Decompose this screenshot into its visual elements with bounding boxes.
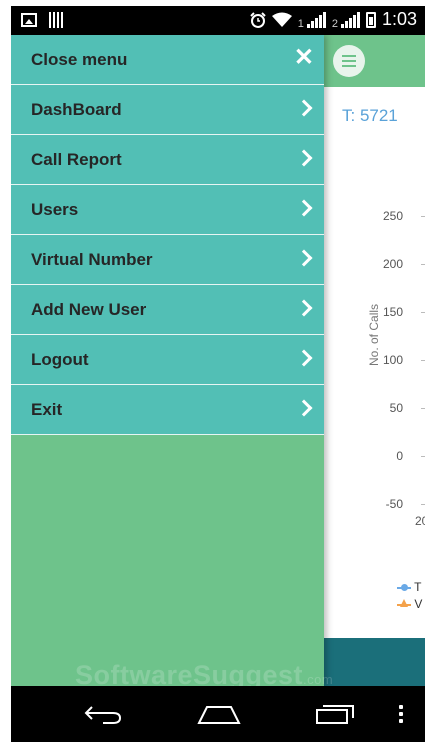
chevron-right-icon <box>295 199 313 217</box>
chevron-right-icon <box>295 149 313 167</box>
battery-icon <box>365 11 376 28</box>
y-tick-label: 100 <box>382 353 403 367</box>
chevron-right-icon <box>295 249 313 267</box>
home-button[interactable] <box>193 686 245 742</box>
sim2-label: 2 <box>331 18 338 30</box>
y-tick-label: 150 <box>382 305 403 319</box>
app-footer-bar <box>324 638 425 686</box>
sim1-label: 1 <box>297 18 304 30</box>
image-icon <box>21 13 37 27</box>
more-vert-icon <box>399 705 403 723</box>
y-tick-label: 250 <box>382 209 403 223</box>
total-calls-label: T: 5721 <box>342 106 398 125</box>
y-tick-mark <box>421 504 425 505</box>
x-tick-label: 20 <box>415 514 425 528</box>
more-options-button[interactable] <box>389 686 413 742</box>
recent-apps-icon <box>316 705 354 724</box>
menu-item-logout[interactable]: Logout <box>11 335 324 385</box>
home-icon <box>197 706 241 724</box>
y-tick-label: -50 <box>385 497 403 511</box>
y-tick-mark <box>421 264 425 265</box>
back-button[interactable] <box>77 686 129 742</box>
legend-label: V <box>414 597 423 611</box>
menu-item-label: Add New User <box>31 299 147 319</box>
legend-marker <box>397 598 411 607</box>
legend-item[interactable]: V <box>397 597 422 611</box>
menu-item-label: Users <box>31 199 79 219</box>
recent-apps-button[interactable] <box>309 686 361 742</box>
close-icon: ✕ <box>293 44 314 71</box>
menu-item-add-new-user[interactable]: Add New User <box>11 285 324 335</box>
y-tick-label: 50 <box>389 401 403 415</box>
system-nav-bar <box>11 686 425 742</box>
y-tick-mark <box>421 360 425 361</box>
menu-item-call-report[interactable]: Call Report <box>11 135 324 185</box>
y-tick-label: 200 <box>382 257 403 271</box>
menu-item-exit[interactable]: Exit <box>11 385 324 435</box>
menu-item-label: Logout <box>31 349 89 369</box>
close-menu-button[interactable]: Close menu ✕ <box>11 35 324 85</box>
y-tick-label: 0 <box>396 449 403 463</box>
wifi-icon <box>271 12 292 27</box>
menu-item-label: DashBoard <box>31 99 122 119</box>
legend-marker <box>397 583 411 591</box>
alarm-clock-icon <box>249 11 266 28</box>
y-tick-mark <box>421 408 425 409</box>
legend-label: T <box>414 580 422 594</box>
legend-item[interactable]: T <box>397 580 421 594</box>
signal-icon <box>306 11 326 28</box>
hamburger-menu-icon[interactable] <box>333 45 365 77</box>
chevron-right-icon <box>295 399 313 417</box>
signal-icon <box>340 11 360 28</box>
navigation-drawer: Close menu ✕ DashBoard Call Report Users… <box>11 35 324 686</box>
y-tick-mark <box>421 312 425 313</box>
menu-item-users[interactable]: Users <box>11 185 324 235</box>
back-icon <box>84 706 122 724</box>
menu-item-virtual-number[interactable]: Virtual Number <box>11 235 324 285</box>
chevron-right-icon <box>295 349 313 367</box>
menu-item-label: Virtual Number <box>31 249 153 269</box>
y-tick-mark <box>421 456 425 457</box>
y-tick-mark <box>421 216 425 217</box>
chevron-right-icon <box>295 299 313 317</box>
menu-item-label: Exit <box>31 399 63 419</box>
phone-screen: 1 2 1:03 T: 5721 No. of Calls 250 200 15… <box>11 6 425 742</box>
menu-item-dashboard[interactable]: DashBoard <box>11 85 324 135</box>
chevron-right-icon <box>295 99 313 117</box>
menu-item-label: Close menu <box>31 49 128 69</box>
status-time: 1:03 <box>381 9 417 29</box>
barcode-icon <box>49 12 63 28</box>
menu-item-label: Call Report <box>31 149 122 169</box>
status-bar: 1 2 1:03 <box>11 6 425 35</box>
